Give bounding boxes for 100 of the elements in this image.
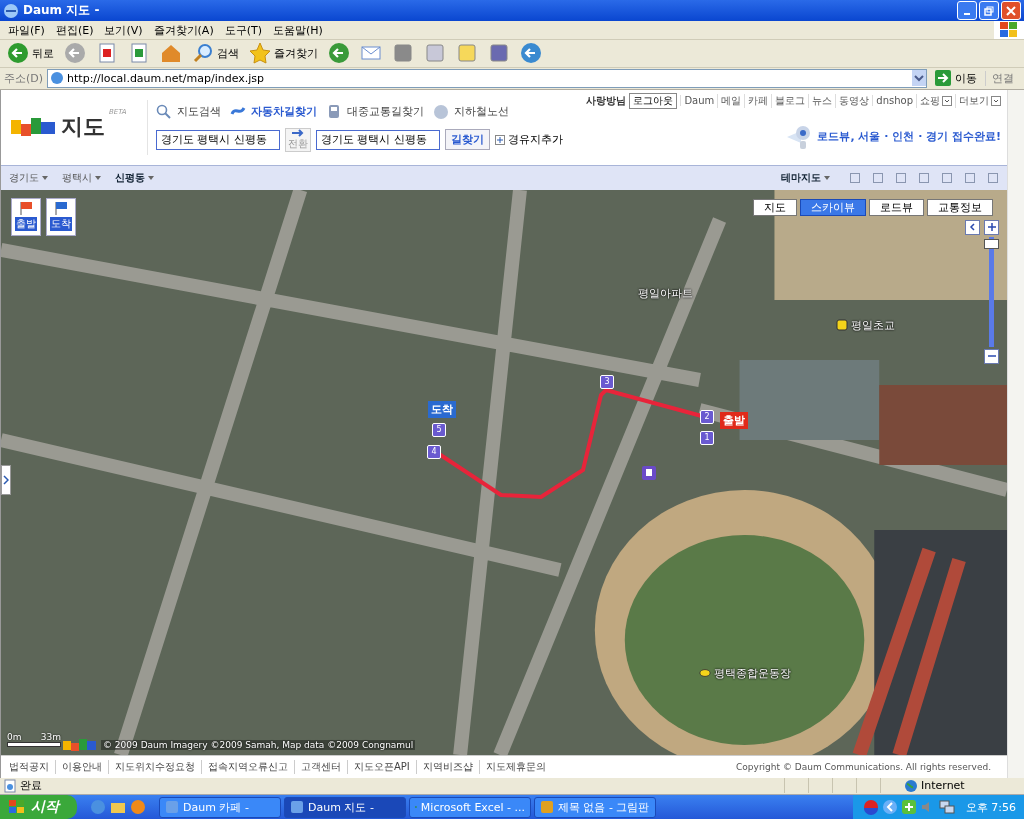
footer-link[interactable]: 이용안내	[55, 759, 102, 774]
flag-icon	[53, 200, 69, 215]
plus-icon	[987, 222, 996, 231]
address-field[interactable]: http://local.daum.net/map/index.jsp	[47, 68, 927, 88]
service-menu[interactable]: 더보기	[955, 93, 1001, 108]
service-link[interactable]: dnshop	[872, 95, 913, 107]
security-zone: Internet	[921, 779, 966, 793]
restore-button[interactable]	[979, 1, 999, 20]
menu-item[interactable]: 파일(F)	[4, 22, 52, 38]
footer-link[interactable]: 접속지역오류신고	[201, 759, 288, 774]
windows-logo-icon	[994, 21, 1024, 39]
tool-icon[interactable]	[849, 171, 861, 184]
destination-field[interactable]: 경기도 평택시 신평동	[316, 129, 440, 150]
tool-icon[interactable]	[918, 171, 930, 184]
star-icon	[249, 42, 271, 65]
network-icon[interactable]	[938, 799, 955, 815]
scale-label: 33m	[40, 731, 61, 742]
caret-icon	[148, 175, 154, 180]
service-link[interactable]: 동영상	[835, 93, 870, 108]
windows-logo-icon	[8, 799, 26, 815]
footer-link[interactable]: 지역비즈샵	[415, 759, 473, 774]
find-route-button[interactable]: 길찾기	[445, 129, 490, 151]
caret-icon	[42, 175, 48, 180]
footer-link[interactable]: 고객센터	[294, 759, 341, 774]
caret-icon	[824, 175, 830, 180]
place-label[interactable]: 평일아파트	[638, 285, 693, 301]
flag-icon	[18, 200, 34, 215]
service-link[interactable]: 카페	[744, 93, 769, 108]
service-link[interactable]: 뉴스	[808, 93, 833, 108]
clock: 오후 7:56	[965, 799, 1016, 815]
menu-item[interactable]: 보기(V)	[100, 22, 150, 38]
minimize-button[interactable]	[957, 1, 977, 20]
toolbar-button[interactable]: 즐겨찾기	[246, 41, 321, 66]
place-label[interactable]: 평택종합운동장	[714, 665, 791, 681]
restore-icon	[984, 5, 994, 16]
copyright-text: Copyright © Daum Communications. All rights reserved.	[736, 761, 992, 772]
tool-icon[interactable]	[872, 171, 884, 184]
breadcrumb-item[interactable]: 경기도	[9, 170, 48, 185]
nav-tab[interactable]: 지도검색	[156, 103, 221, 120]
plus-icon[interactable]	[900, 799, 917, 815]
tool-icon[interactable]	[895, 171, 907, 184]
service-link[interactable]: Daum	[680, 95, 715, 107]
service-link[interactable]: 메일	[717, 93, 742, 108]
toolbar-button[interactable]: 검색	[189, 41, 242, 66]
nav-tab[interactable]: 자동차길찾기	[230, 103, 317, 120]
close-icon	[1006, 5, 1016, 16]
logo-text: 지도	[61, 113, 105, 142]
media-icon[interactable]	[130, 799, 146, 815]
tool-icon[interactable]	[964, 171, 976, 184]
nav-tab[interactable]: 대중교통길찾기	[326, 103, 424, 120]
browser-icon	[3, 2, 19, 19]
bus-icon	[326, 103, 342, 120]
plus-icon	[495, 134, 505, 145]
breadcrumb-item[interactable]: 평택시	[62, 170, 101, 185]
browser-icon[interactable]	[90, 799, 106, 815]
place-label[interactable]: 평일초교	[851, 317, 895, 333]
footer-link[interactable]: 법적공지	[9, 759, 49, 774]
close-button[interactable]	[1001, 1, 1021, 20]
side-panel-handle[interactable]	[1, 464, 11, 495]
breadcrumb-item[interactable]: 신평동	[115, 170, 154, 185]
search-icon	[192, 42, 214, 65]
caret-icon	[95, 175, 101, 180]
end-flag-button[interactable]: 도착	[46, 197, 76, 236]
dropdown-icon[interactable]	[912, 70, 926, 87]
start-flag-button[interactable]: 출발	[11, 197, 41, 236]
language-icon[interactable]	[862, 799, 879, 815]
nav-tab[interactable]: 지하철노선	[433, 103, 509, 120]
user-name: 사랑방님	[586, 93, 627, 108]
address-label: 주소(D)	[4, 70, 44, 86]
dropdown-icon	[942, 95, 952, 106]
chevron-icon[interactable]	[881, 799, 898, 815]
tool-icon[interactable]	[941, 171, 953, 184]
toolbar-button[interactable]: 뒤로	[4, 41, 57, 66]
taskbar-button[interactable]: Daum 지도 -	[284, 796, 406, 818]
menu-item[interactable]: 즐겨찾기(A)	[149, 22, 221, 38]
go-button[interactable]: 이동	[931, 70, 981, 87]
tool-icon[interactable]	[987, 171, 999, 184]
add-stop-button[interactable]: 경유지추가	[495, 132, 563, 148]
minimize-icon	[964, 12, 970, 15]
footer-link[interactable]: 지도위치수정요청	[108, 759, 195, 774]
footer-link[interactable]: 지도제휴문의	[478, 759, 546, 774]
promo-link[interactable]: 로드뷰, 서울 · 인천 · 경기 접수완료!	[817, 129, 1001, 145]
links-label[interactable]: 연결	[985, 70, 1020, 86]
map-credits: © 2009 Daum Imagery ©2009 Samah, Map data ©2009 Congnamul	[101, 739, 416, 750]
logo-icon	[63, 736, 97, 751]
origin-field[interactable]: 경기도 평택시 신평동	[156, 129, 280, 150]
logout-button[interactable]: 로그아웃	[629, 92, 678, 109]
footer-link[interactable]: 지도오픈API	[347, 759, 410, 774]
service-link[interactable]: 블로그	[771, 93, 806, 108]
menu-item[interactable]: 도움말(H)	[269, 22, 330, 38]
scale-label: 0m	[7, 731, 22, 742]
window-title: Daum 지도 -	[23, 2, 100, 19]
search-icon	[156, 103, 172, 120]
menu-item[interactable]: 도구(T)	[220, 22, 269, 38]
theme-map-menu[interactable]: 테마지도	[781, 170, 830, 185]
zoom-slider-thumb[interactable]	[984, 238, 999, 249]
logo-icon	[11, 116, 57, 139]
vertical-scrollbar[interactable]	[1007, 89, 1024, 778]
menu-item[interactable]: 편집(E)	[51, 22, 101, 38]
service-menu[interactable]: 쇼핑	[916, 93, 952, 108]
